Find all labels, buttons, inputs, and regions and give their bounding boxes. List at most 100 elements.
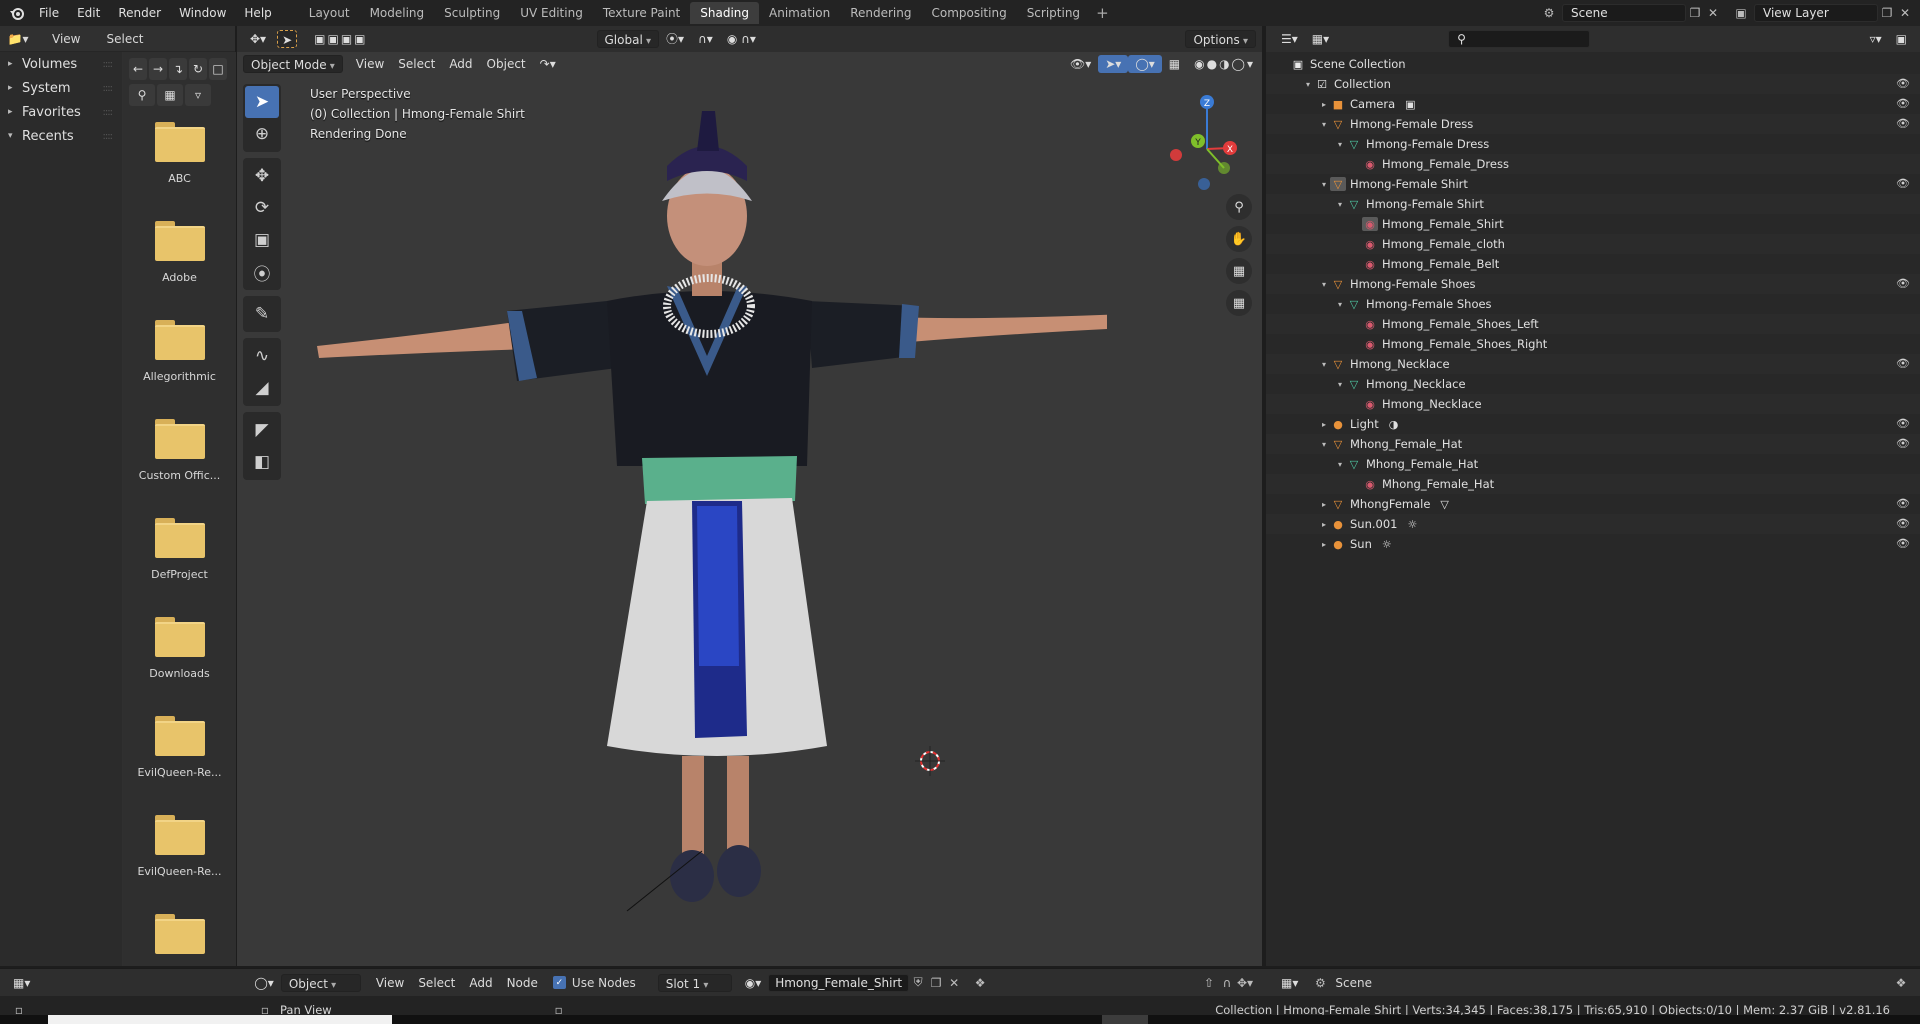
ortho-grid-icon[interactable]: ▦ <box>1226 290 1252 316</box>
outliner-row[interactable]: ◉ Hmong_Female_Dress <box>1266 154 1920 174</box>
snap-node-icon[interactable]: ∩ <box>1218 974 1236 992</box>
collapse-icon[interactable]: ▾ <box>1334 300 1346 309</box>
outliner-row[interactable]: ◉ Mhong_Female_Hat <box>1266 474 1920 494</box>
taskbar-search[interactable] <box>48 1015 392 1024</box>
view-layer-field[interactable]: View Layer <box>1754 4 1878 22</box>
scale-icon[interactable]: ▣ <box>245 224 279 256</box>
outliner-row[interactable]: ▸ ● Light ◑ 👁 <box>1266 414 1920 434</box>
node-menu-view[interactable]: View <box>369 974 411 992</box>
use-nodes-checkbox[interactable]: ✓ <box>552 976 566 989</box>
outliner-row[interactable]: ▸ ● Sun ☼ 👁 <box>1266 534 1920 554</box>
node-menu-add[interactable]: Add <box>462 974 499 992</box>
rotate-icon[interactable]: ⟳ <box>245 192 279 224</box>
outliner-root[interactable]: ▣ Scene Collection <box>1266 54 1920 74</box>
collapse-icon[interactable]: ▾ <box>1318 280 1330 289</box>
outliner-row[interactable]: ▾ ▽ Hmong-Female Dress <box>1266 134 1920 154</box>
camera-view-icon[interactable]: ▦ <box>1226 258 1252 284</box>
parent-dir-icon[interactable]: ↴ <box>169 58 187 80</box>
snap-icon[interactable]: ∩▾ <box>691 30 720 48</box>
blender-logo-icon[interactable] <box>4 0 30 26</box>
collapse-icon[interactable]: ▾ <box>1334 140 1346 149</box>
back-icon[interactable]: ← <box>129 58 147 80</box>
outliner-row[interactable]: ▾ ▽ Hmong_Necklace <box>1266 374 1920 394</box>
editor-type-icon[interactable]: ▦▾ <box>6 974 37 992</box>
expand-icon[interactable]: ▸ <box>1318 420 1330 429</box>
visibility-eye-icon[interactable]: 👁 <box>1896 417 1910 430</box>
cursor-icon[interactable]: ⊕ <box>245 118 279 150</box>
unlink-material-icon[interactable]: ✕ <box>945 974 963 992</box>
annotate-icon[interactable]: ✎ <box>245 298 279 330</box>
tab-animation[interactable]: Animation <box>759 2 840 24</box>
zoom-icon[interactable]: ⚲ <box>1226 194 1252 220</box>
duplicate-material-icon[interactable]: ❐ <box>927 974 945 992</box>
thumbnail-view-icon[interactable]: ▦ <box>157 84 183 106</box>
outliner-row[interactable]: ▸ ▽ MhongFemale ▽ 👁 <box>1266 494 1920 514</box>
outliner-row[interactable]: ▾ ▽ Mhong_Female_Hat 👁 <box>1266 434 1920 454</box>
vp-menu-add[interactable]: Add <box>442 55 479 73</box>
display-mode-icon[interactable]: ▦▾ <box>1305 30 1336 48</box>
add-plane-icon[interactable]: ◧ <box>245 446 279 478</box>
folder-item[interactable]: DefProject <box>123 504 236 603</box>
tab-layout[interactable]: Layout <box>299 2 360 24</box>
tab-scripting[interactable]: Scripting <box>1017 2 1090 24</box>
camera-data-icon[interactable]: ▣ <box>1405 98 1415 111</box>
visibility-eye-icon[interactable]: 👁 <box>1896 537 1910 550</box>
collapse-icon[interactable]: ▾ <box>1334 380 1346 389</box>
filter-icon[interactable]: ▿▾ <box>1863 30 1889 48</box>
folder-item[interactable]: Downloads <box>123 603 236 702</box>
select-mode-icons[interactable]: ▣▣▣▣ <box>307 30 374 48</box>
outliner-row[interactable]: ▸ ■ Camera ▣ 👁 <box>1266 94 1920 114</box>
menu-render[interactable]: Render <box>109 0 170 26</box>
folder-item[interactable]: ABC <box>123 108 236 207</box>
3d-viewport[interactable]: ✥▾ ➤ ▣▣▣▣ Global ⦿▾ ∩▾ ◉ ∩▾ Options Obje… <box>237 26 1262 966</box>
slot-dropdown[interactable]: Slot 1 <box>657 973 732 992</box>
editor-type-icon[interactable]: ▦▾ <box>1274 974 1305 992</box>
new-collection-icon[interactable]: ▣ <box>1889 30 1914 48</box>
sidebar-item-recents[interactable]: ▾ Recents:::: <box>0 124 122 148</box>
sidebar-item-favorites[interactable]: ▸ Favorites:::: <box>0 100 122 124</box>
outliner-row[interactable]: ◉ Hmong_Female_cloth <box>1266 234 1920 254</box>
visibility-eye-icon[interactable]: 👁 <box>1896 77 1910 90</box>
folder-item[interactable]: Allegorithmic <box>123 306 236 405</box>
parent-node-tree-icon[interactable]: ⇧ <box>1200 974 1218 992</box>
folder-item[interactable]: Custom Offic... <box>123 405 236 504</box>
outliner-row[interactable]: ▾ ▽ Hmong-Female Shoes <box>1266 294 1920 314</box>
collapse-icon[interactable]: ▾ <box>1318 120 1330 129</box>
fb-menu-view[interactable]: View <box>52 32 80 46</box>
scene-field[interactable]: Scene <box>1562 4 1686 22</box>
transform-icon[interactable]: ⦿ <box>245 256 279 288</box>
add-cube-icon[interactable]: ◤ <box>245 414 279 446</box>
folder-item[interactable] <box>123 900 236 966</box>
tab-compositing[interactable]: Compositing <box>921 2 1016 24</box>
tab-shading[interactable]: Shading <box>690 2 759 24</box>
pivot-icon[interactable]: ⦿▾ <box>659 30 691 48</box>
expand-icon[interactable]: ▸ <box>1318 100 1330 109</box>
navigation-gizmo[interactable]: Z X Y <box>1152 84 1262 194</box>
outliner-row[interactable]: ◉ Hmong_Female_Shoes_Left <box>1266 314 1920 334</box>
new-view-layer-icon[interactable]: ❐ <box>1878 4 1896 22</box>
material-name-field[interactable]: Hmong_Female_Shirt <box>768 973 910 992</box>
node-menu-select[interactable]: Select <box>411 974 462 992</box>
editor-type-icon[interactable]: ☰▾ <box>1274 30 1305 48</box>
xray-icon[interactable]: ▦ <box>1162 55 1187 73</box>
mode-dropdown[interactable]: Object Mode <box>243 55 343 73</box>
shader-type-icon[interactable]: ◯▾ <box>247 974 280 992</box>
transform-affect-icon[interactable]: ↷▾ <box>533 55 563 73</box>
taskbar-app[interactable] <box>1102 1015 1148 1024</box>
pin-icon[interactable]: ❖ <box>1892 974 1910 992</box>
node-menu-node[interactable]: Node <box>500 974 545 992</box>
sun-data-icon[interactable]: ☼ <box>1382 538 1392 551</box>
folder-item[interactable]: EvilQueen-Re... <box>123 801 236 900</box>
tab-rendering[interactable]: Rendering <box>840 2 921 24</box>
vp-menu-view[interactable]: View <box>349 55 391 73</box>
light-data-icon[interactable]: ◑ <box>1389 418 1399 431</box>
material-browse-icon[interactable]: ◉▾ <box>738 974 769 992</box>
outliner-row[interactable]: ▾ ▽ Mhong_Female_Hat <box>1266 454 1920 474</box>
forward-icon[interactable]: → <box>149 58 167 80</box>
select-box-icon[interactable]: ➤ <box>245 86 279 118</box>
filter-icon[interactable]: ▿ <box>185 84 211 106</box>
outliner-row[interactable]: ◉ Hmong_Female_Shirt <box>1266 214 1920 234</box>
delete-view-layer-icon[interactable]: ✕ <box>1896 4 1914 22</box>
add-workspace-icon[interactable]: + <box>1090 4 1115 22</box>
proportional-edit-icon[interactable]: ◉ ∩▾ <box>720 30 763 48</box>
